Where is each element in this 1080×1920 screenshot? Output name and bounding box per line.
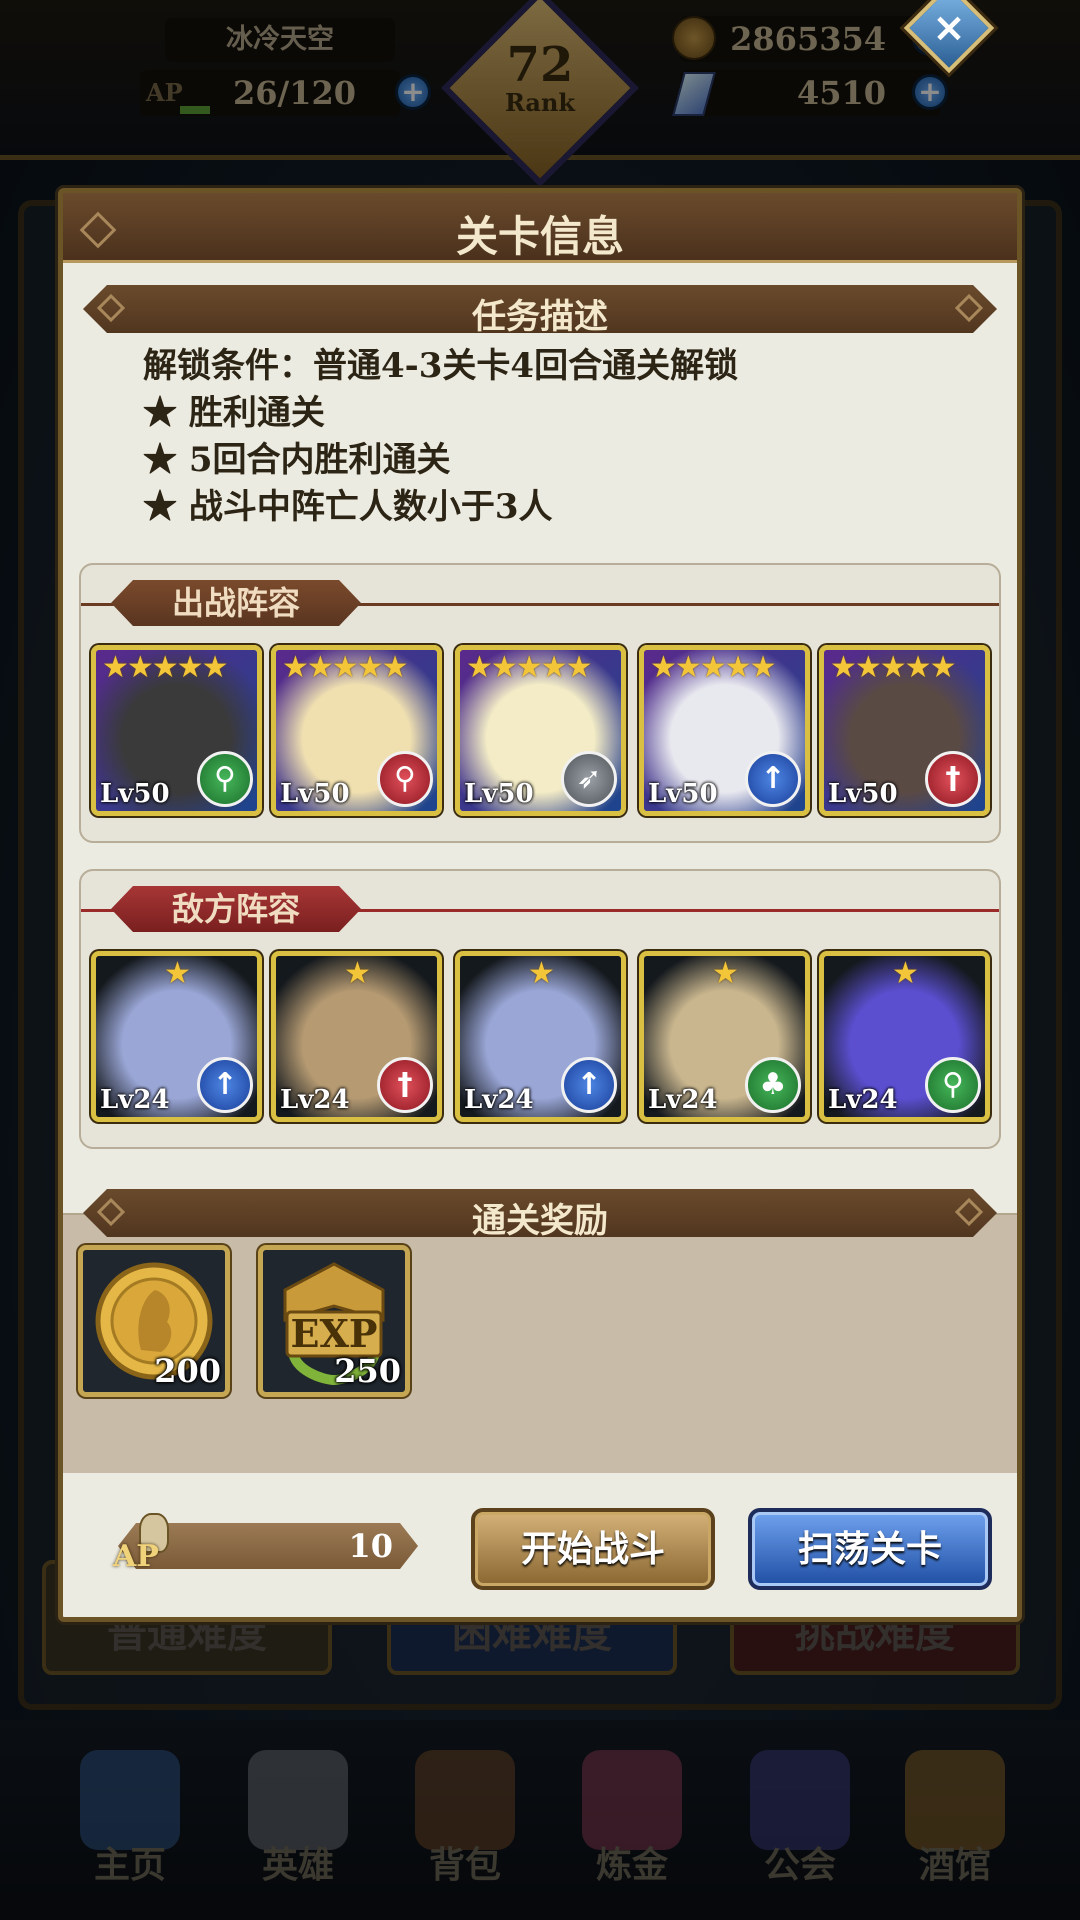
close-icon[interactable]: ×: [917, 0, 981, 60]
unit-level: Lv50: [648, 779, 718, 809]
reward-heading: 通关奖励: [472, 1201, 608, 1241]
ally-unit-card[interactable]: ★★★★★ Lv50 ⚲: [271, 645, 442, 816]
ally-team-box: 出战阵容 ★★★★★ Lv50 ⚲ ★★★★★ Lv50 ⚲ ★★★★★ Lv50 ➶ ★★★★★…: [79, 563, 1001, 843]
ap-cost-value: 10: [348, 1527, 393, 1565]
unit-level: Lv24: [648, 1085, 718, 1115]
staff-icon: ⚲: [925, 1057, 981, 1113]
enemy-unit-card[interactable]: ★ Lv24 ⚲: [819, 951, 990, 1122]
star-rating-icon: ★★★★★: [102, 650, 228, 685]
objective-2: ★ 5回合内胜利通关: [143, 440, 451, 480]
sweep-stage-button[interactable]: 扫荡关卡: [748, 1508, 992, 1590]
exp-label: EXP: [290, 1311, 377, 1356]
ally-unit-card[interactable]: ★★★★★ Lv50 ⚲: [91, 645, 262, 816]
bow-icon: ➶: [561, 751, 617, 807]
task-section-header: 任务描述: [83, 285, 997, 333]
reward-area: 200 EXP 250: [63, 1213, 1017, 1473]
task-description: 解锁条件：普通4-3关卡4回合通关解锁 ★ 胜利通关 ★ 5回合内胜利通关 ★ …: [143, 343, 943, 531]
spear-icon: ↑: [561, 1057, 617, 1113]
task-heading: 任务描述: [472, 297, 608, 337]
unlock-condition: 解锁条件：普通4-3关卡4回合通关解锁: [143, 346, 739, 386]
unit-level: Lv24: [828, 1085, 898, 1115]
game-screen: { "player": {"name": "冰冷天空", "ap_label":…: [0, 0, 1080, 1920]
reward-exp[interactable]: EXP 250: [258, 1245, 410, 1397]
objective-1: ★ 胜利通关: [143, 393, 325, 433]
star-rating-icon: ★★★★★: [650, 650, 776, 685]
modal-title: 关卡信息: [455, 212, 624, 261]
unit-level: Lv24: [464, 1085, 534, 1115]
ally-unit-card[interactable]: ★★★★★ Lv50 †: [819, 645, 990, 816]
star-rating-icon: ★: [712, 956, 739, 991]
sword-icon: †: [925, 751, 981, 807]
star-rating-icon: ★★★★★: [466, 650, 592, 685]
objective-3: ★ 战斗中阵亡人数小于3人: [143, 487, 553, 527]
enemy-unit-card[interactable]: ★ Lv24 ↑: [455, 951, 626, 1122]
reward-gold[interactable]: 200: [78, 1245, 230, 1397]
unit-level: Lv50: [464, 779, 534, 809]
spear-icon: ↑: [745, 751, 801, 807]
enemy-unit-card[interactable]: ★ Lv24 †: [271, 951, 442, 1122]
unit-level: Lv50: [280, 779, 350, 809]
ally-unit-card[interactable]: ★★★★★ Lv50 ➶: [455, 645, 626, 816]
enemy-team-heading: 敌方阵容: [111, 886, 361, 932]
reward-count: 250: [334, 1352, 401, 1390]
reward-count: 200: [154, 1352, 221, 1390]
unit-level: Lv24: [280, 1085, 350, 1115]
unit-level: Lv50: [100, 779, 170, 809]
stage-info-modal: 关卡信息 任务描述 解锁条件：普通4-3关卡4回合通关解锁 ★ 胜利通关 ★ 5…: [58, 188, 1022, 1622]
enemy-unit-card[interactable]: ★ Lv24 ♣: [639, 951, 810, 1122]
star-rating-icon: ★★★★★: [830, 650, 956, 685]
reward-section-header: 通关奖励: [83, 1189, 997, 1237]
ally-team-heading: 出战阵容: [111, 580, 361, 626]
enemy-team-box: 敌方阵容 ★ Lv24 ↑ ★ Lv24 † ★ Lv24 ↑ ★ Lv24 ♣ ★ Lv24 ⚲: [79, 869, 1001, 1149]
staff-icon: ⚲: [377, 751, 433, 807]
modal-header: 关卡信息: [63, 193, 1017, 263]
enemy-unit-card[interactable]: ★ Lv24 ↑: [91, 951, 262, 1122]
spear-icon: ↑: [197, 1057, 253, 1113]
unit-level: Lv50: [828, 779, 898, 809]
staff-icon: ⚲: [197, 751, 253, 807]
star-rating-icon: ★: [892, 956, 919, 991]
star-rating-icon: ★: [164, 956, 191, 991]
star-rating-icon: ★: [344, 956, 371, 991]
unit-level: Lv24: [100, 1085, 170, 1115]
axe-icon: ♣: [745, 1057, 801, 1113]
star-rating-icon: ★★★★★: [282, 650, 408, 685]
ally-unit-card[interactable]: ★★★★★ Lv50 ↑: [639, 645, 810, 816]
sword-icon: †: [377, 1057, 433, 1113]
star-rating-icon: ★: [528, 956, 555, 991]
start-battle-button[interactable]: 开始战斗: [471, 1508, 715, 1590]
